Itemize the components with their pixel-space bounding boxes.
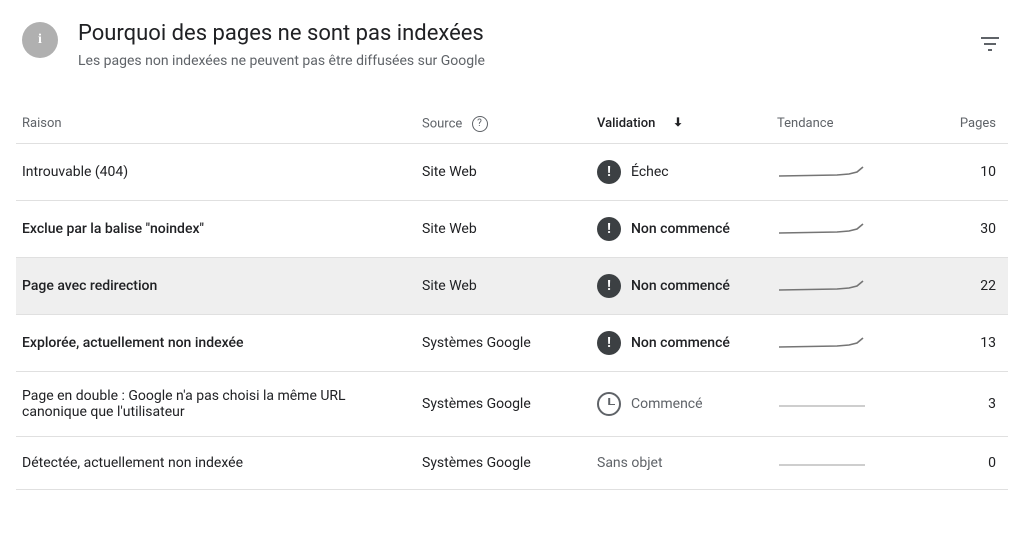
source-cell: Site Web (422, 278, 597, 294)
col-header-source[interactable]: Source ? (422, 116, 597, 132)
reason-cell: Page en double : Google n'a pas choisi l… (22, 388, 422, 420)
col-header-validation[interactable]: Validation (597, 115, 777, 133)
pages-cell: 3 (897, 396, 1002, 412)
pages-cell: 13 (897, 335, 1002, 351)
source-cell: Systèmes Google (422, 455, 597, 471)
trend-sparkline (777, 276, 867, 296)
trend-sparkline (777, 394, 867, 414)
trend-sparkline (777, 162, 867, 182)
col-header-validation-label: Validation (597, 116, 655, 131)
trend-cell (777, 162, 897, 182)
reasons-table: Raison Source ? Validation Tendance Page… (16, 105, 1008, 490)
table-row[interactable]: Exclue par la balise "noindex"Site Web! N… (16, 201, 1008, 258)
clock-icon (597, 392, 621, 416)
source-cell: Site Web (422, 221, 597, 237)
source-cell: Systèmes Google (422, 335, 597, 351)
validation-label: Commencé (631, 396, 703, 412)
reason-cell: Introuvable (404) (22, 164, 422, 180)
table-row[interactable]: Page avec redirectionSite Web! Non commen… (16, 258, 1008, 315)
info-icon: i (22, 22, 58, 58)
trend-sparkline (777, 453, 867, 473)
page-subtitle: Les pages non indexées ne peuvent pas êt… (78, 53, 958, 69)
validation-label: Non commencé (631, 278, 730, 294)
source-cell: Site Web (422, 164, 597, 180)
filter-icon[interactable] (978, 32, 1002, 56)
alert-icon: ! (597, 217, 621, 241)
reason-cell: Explorée, actuellement non indexée (22, 335, 422, 351)
alert-icon: ! (597, 160, 621, 184)
col-header-trend[interactable]: Tendance (777, 116, 897, 131)
reason-cell: Détectée, actuellement non indexée (22, 455, 422, 471)
trend-cell (777, 453, 897, 473)
validation-label: Sans objet (597, 455, 663, 471)
source-cell: Systèmes Google (422, 396, 597, 412)
sort-desc-icon (671, 115, 685, 133)
table-row[interactable]: Détectée, actuellement non indexéeSystèm… (16, 437, 1008, 490)
help-icon[interactable]: ? (472, 116, 488, 132)
table-row[interactable]: Explorée, actuellement non indexéeSystèm… (16, 315, 1008, 372)
trend-cell (777, 394, 897, 414)
table-row[interactable]: Introuvable (404)Site Web! Échec 10 (16, 144, 1008, 201)
col-header-pages[interactable]: Pages (897, 116, 1002, 131)
table-row[interactable]: Page en double : Google n'a pas choisi l… (16, 372, 1008, 437)
validation-label: Non commencé (631, 221, 730, 237)
reason-cell: Page avec redirection (22, 278, 422, 294)
trend-sparkline (777, 333, 867, 353)
trend-cell (777, 333, 897, 353)
col-header-reason[interactable]: Raison (22, 116, 422, 131)
alert-icon: ! (597, 274, 621, 298)
pages-cell: 10 (897, 164, 1002, 180)
section-header: i Pourquoi des pages ne sont pas indexée… (16, 20, 1008, 81)
pages-cell: 22 (897, 278, 1002, 294)
table-header: Raison Source ? Validation Tendance Page… (16, 105, 1008, 144)
reason-cell: Exclue par la balise "noindex" (22, 221, 422, 237)
trend-sparkline (777, 219, 867, 239)
col-header-source-label: Source (422, 116, 462, 131)
page-title: Pourquoi des pages ne sont pas indexées (78, 20, 958, 49)
validation-label: Échec (631, 164, 669, 180)
trend-cell (777, 276, 897, 296)
trend-cell (777, 219, 897, 239)
validation-label: Non commencé (631, 335, 730, 351)
pages-cell: 30 (897, 221, 1002, 237)
alert-icon: ! (597, 331, 621, 355)
pages-cell: 0 (897, 455, 1002, 471)
